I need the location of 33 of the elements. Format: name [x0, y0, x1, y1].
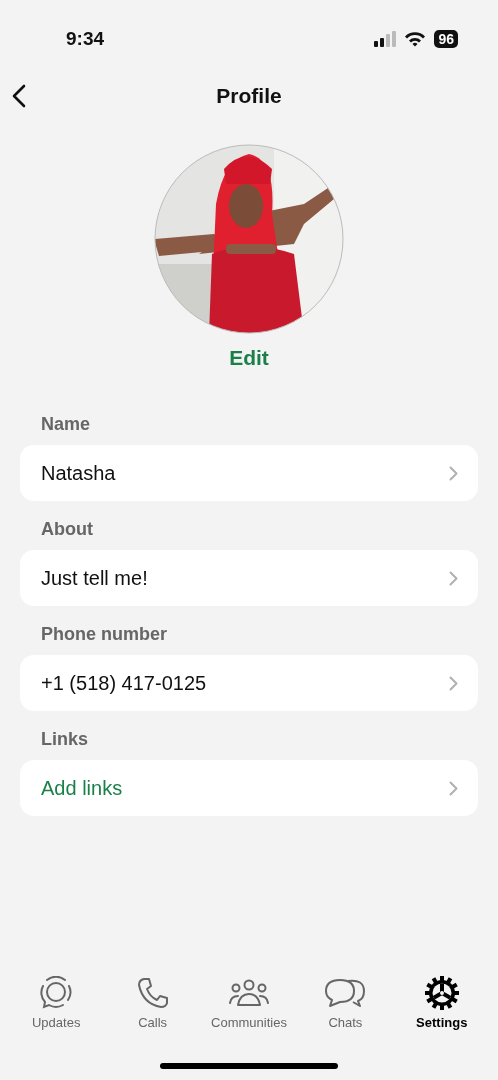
wifi-icon	[404, 31, 427, 47]
link-text: Add links	[41, 776, 123, 800]
status-time: 9:34	[66, 28, 105, 50]
chevron-icon	[449, 465, 458, 481]
field-row[interactable]: Just tell me!	[20, 550, 478, 606]
chevron-icon	[449, 570, 458, 586]
settings-icon	[424, 976, 459, 1010]
tab[interactable]: Updates	[8, 975, 105, 1030]
tab[interactable]: Settings	[393, 975, 490, 1030]
field-value: Just tell me!	[41, 566, 148, 590]
section-label: Name	[41, 414, 92, 435]
tab[interactable]: Communities	[200, 975, 297, 1030]
phone-icon	[136, 977, 169, 1009]
page-title: Profile	[216, 84, 282, 108]
section-label: About	[41, 519, 94, 540]
edit-link[interactable]: Edit	[229, 346, 269, 370]
updates-icon	[39, 976, 74, 1010]
add-links-row[interactable]: Add links	[20, 760, 478, 816]
section-label: Phone number	[41, 624, 168, 645]
field-row[interactable]: +1 (518) 417-0125	[20, 655, 478, 711]
group-icon	[227, 979, 270, 1007]
back-icon[interactable]	[12, 84, 26, 108]
field-value: Natasha	[41, 461, 116, 485]
field-value: +1 (518) 417-0125	[41, 671, 207, 695]
chevron-icon	[449, 675, 458, 691]
field-row[interactable]: Natasha	[20, 445, 478, 501]
chat-bubbles-icon	[324, 977, 367, 1009]
battery-level: 96	[434, 30, 458, 48]
signal-icon	[374, 31, 397, 47]
chevron-icon	[449, 780, 458, 796]
tab[interactable]: Calls	[104, 975, 201, 1030]
tab[interactable]: Chats	[297, 975, 394, 1030]
section-label: Links	[41, 729, 89, 750]
